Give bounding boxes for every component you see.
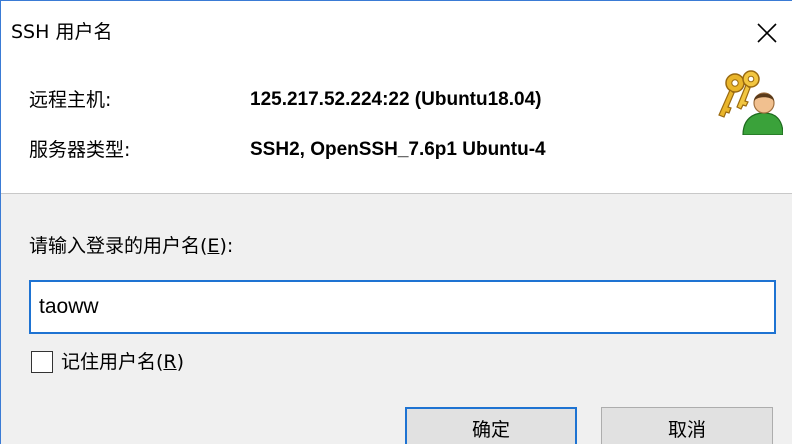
remember-username-text: 记住用户名( <box>61 351 164 373</box>
server-type-label: 服务器类型: <box>29 139 131 161</box>
remember-username-suffix: ) <box>176 351 185 373</box>
remember-username-label[interactable]: 记住用户名(R) <box>61 349 184 375</box>
server-type-value: SSH2, OpenSSH_7.6p1 Ubuntu-4 <box>250 139 546 160</box>
keys-user-icon <box>718 70 783 135</box>
username-input[interactable] <box>29 280 776 334</box>
window-title: SSH 用户名 <box>11 21 113 43</box>
username-prompt-text: 请输入登录的用户名( <box>29 235 208 257</box>
username-prompt-suffix: ): <box>219 235 234 257</box>
remember-username-checkbox[interactable] <box>31 351 53 373</box>
close-icon <box>757 23 777 43</box>
cancel-button[interactable]: 取消 <box>601 407 773 444</box>
username-prompt-hotkey: E <box>207 235 220 257</box>
connection-info-panel: 远程主机: 125.217.52.224:22 (Ubuntu18.04) 服务… <box>1 63 792 193</box>
close-button[interactable] <box>745 13 789 53</box>
ok-button[interactable]: 确定 <box>405 407 577 444</box>
remember-username-hotkey: R <box>163 351 177 373</box>
ssh-username-dialog: SSH 用户名 远程主机: 125.217.52.224:22 (Ubuntu1… <box>0 0 792 444</box>
remote-host-value: 125.217.52.224:22 (Ubuntu18.04) <box>250 89 542 110</box>
username-prompt-label: 请输入登录的用户名(E): <box>29 233 233 259</box>
info-divider <box>1 193 792 194</box>
title-bar: SSH 用户名 <box>1 1 792 63</box>
remote-host-label: 远程主机: <box>29 89 112 111</box>
